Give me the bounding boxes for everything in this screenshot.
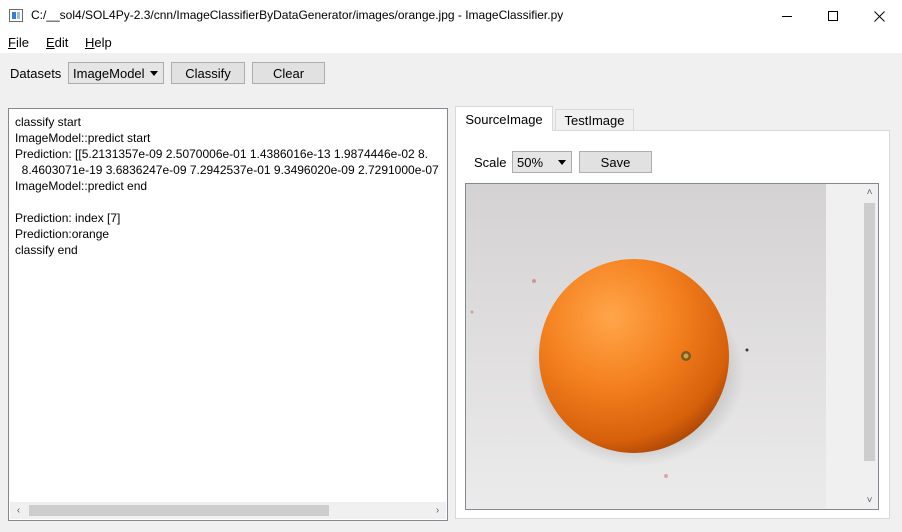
output-line: Prediction:orange: [15, 227, 110, 241]
output-line: classify end: [15, 243, 78, 257]
scroll-right-icon[interactable]: ›: [429, 502, 446, 519]
menu-bar: File Edit Help: [0, 32, 902, 53]
close-button[interactable]: [856, 0, 902, 32]
tab-testimage[interactable]: TestImage: [555, 109, 634, 131]
output-line: 8.4603071e-19 3.6836247e-09 7.2942537e-0…: [15, 163, 439, 177]
save-button[interactable]: Save: [579, 151, 652, 173]
dropdown-arrow-icon: [558, 159, 566, 165]
menu-help[interactable]: Help: [85, 35, 112, 50]
output-text-area[interactable]: classify start ImageModel::predict start…: [8, 108, 448, 521]
output-line: ImageModel::predict start: [15, 131, 151, 145]
output-line: ImageModel::predict end: [15, 179, 148, 193]
orange-photo: [466, 184, 826, 509]
scale-dropdown[interactable]: 50%: [512, 151, 572, 173]
vertical-scrollbar[interactable]: ˄ ˅: [861, 184, 878, 509]
maximize-button[interactable]: [810, 0, 856, 32]
window-title: C:/__sol4/SOL4Py-2.3/cnn/ImageClassifier…: [31, 8, 564, 22]
maximize-icon: [828, 11, 838, 21]
image-view[interactable]: ˄ ˅: [465, 183, 879, 510]
scroll-up-icon[interactable]: ˄: [861, 184, 878, 201]
minimize-button[interactable]: [764, 0, 810, 32]
app-icon: [9, 9, 23, 22]
clear-button[interactable]: Clear: [252, 62, 325, 84]
scroll-left-icon[interactable]: ‹: [10, 502, 27, 519]
horizontal-scrollbar[interactable]: ‹ ›: [10, 502, 446, 519]
dropdown-arrow-icon: [150, 70, 158, 76]
datasets-dropdown[interactable]: ImageModel: [68, 62, 164, 84]
output-line: Prediction: index [7]: [15, 211, 121, 225]
menu-edit[interactable]: Edit: [46, 35, 68, 50]
output-line: Prediction: [[5.2131357e-09 2.5070006e-0…: [15, 147, 429, 161]
close-icon: [873, 10, 885, 22]
output-line: classify start: [15, 115, 82, 129]
tab-sourceimage[interactable]: SourceImage: [455, 106, 553, 131]
title-bar: C:/__sol4/SOL4Py-2.3/cnn/ImageClassifier…: [0, 0, 902, 32]
scale-selected-value: 50%: [517, 154, 544, 170]
scroll-down-icon[interactable]: ˅: [861, 492, 878, 509]
menu-file[interactable]: File: [8, 35, 29, 50]
datasets-selected-value: ImageModel: [73, 65, 145, 81]
scale-label: Scale: [474, 155, 507, 170]
datasets-label: Datasets: [10, 66, 62, 81]
minimize-icon: [782, 15, 792, 17]
horizontal-scroll-thumb[interactable]: [29, 505, 329, 516]
classify-button[interactable]: Classify: [171, 62, 245, 84]
output-text: classify start ImageModel::predict start…: [15, 114, 440, 499]
vertical-scroll-thumb[interactable]: [864, 203, 875, 461]
